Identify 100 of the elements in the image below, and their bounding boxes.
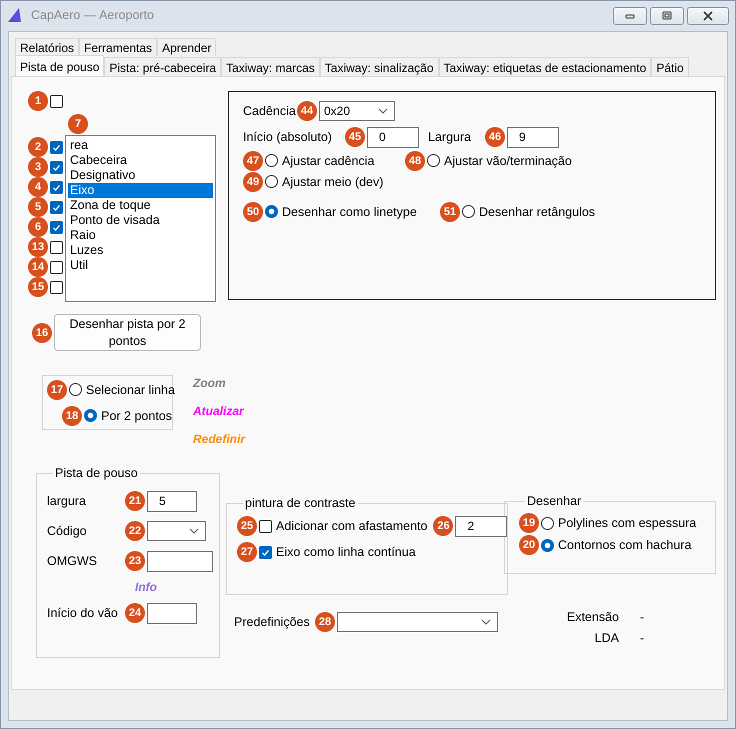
option-label: Por 2 pontos xyxy=(101,408,172,422)
checkbox[interactable] xyxy=(50,200,63,214)
list-item[interactable]: Luzes xyxy=(68,243,213,258)
number-badge: 16 xyxy=(32,322,52,342)
radio-button[interactable] xyxy=(541,516,554,530)
start-label: Início (absoluto) xyxy=(243,130,333,144)
checkbox[interactable] xyxy=(50,94,63,108)
input-field[interactable] xyxy=(147,550,213,572)
draw-runway-button[interactable]: Desenhar pista por 2 pontos xyxy=(54,314,201,351)
option-label: Selecionar linha xyxy=(86,382,175,396)
number-badge: 46 xyxy=(485,127,505,147)
number-badge: 49 xyxy=(243,172,263,192)
tab[interactable]: Pista de pouso xyxy=(15,55,104,76)
close-icon xyxy=(702,10,714,22)
tab[interactable]: Taxiway: etiquetas de estacionamento xyxy=(438,57,652,76)
option-label: Desenhar retângulos xyxy=(479,204,596,218)
input-field[interactable] xyxy=(147,602,197,624)
width-field[interactable]: 9 xyxy=(507,126,559,148)
chevron-down-icon xyxy=(378,108,388,114)
checkbox[interactable] xyxy=(50,160,63,174)
option-label: Ajustar cadência xyxy=(282,154,374,168)
checkbox[interactable] xyxy=(50,280,63,294)
option-label: Contornos com hachura xyxy=(558,538,692,552)
number-badge: 14 xyxy=(28,257,48,277)
option-label: Polylines com espessura xyxy=(558,516,696,530)
stat-label: LDA xyxy=(594,631,619,645)
tab[interactable]: Pista: pré-cabeceira xyxy=(104,57,222,76)
cadence-dropdown[interactable]: 0x20 xyxy=(319,101,395,121)
number-badge: 19 xyxy=(519,513,539,533)
checkbox[interactable] xyxy=(50,180,63,194)
radio-button[interactable] xyxy=(84,409,98,422)
option-label: Desenhar como linetype xyxy=(282,204,417,218)
info-link[interactable]: Info xyxy=(135,580,157,594)
radio-button[interactable] xyxy=(541,538,554,552)
checkbox[interactable] xyxy=(50,220,63,234)
stat-value: - xyxy=(640,631,645,645)
checkbox[interactable] xyxy=(50,140,63,154)
number-badge: 28 xyxy=(315,612,335,632)
tab[interactable]: Ferramentas xyxy=(79,38,158,56)
code-dropdown[interactable] xyxy=(147,521,206,541)
tab[interactable]: Relatórios xyxy=(15,38,80,56)
list-item[interactable]: Eixo xyxy=(68,183,213,198)
tab[interactable]: Taxiway: sinalização xyxy=(320,57,439,76)
list-item[interactable]: Util xyxy=(68,258,213,273)
list-item[interactable]: Raio xyxy=(68,228,213,243)
number-badge: 27 xyxy=(237,542,257,562)
radio-button[interactable] xyxy=(265,175,278,188)
number-badge: 2 xyxy=(28,137,48,157)
tab[interactable]: Taxiway: marcas xyxy=(221,57,320,76)
maximize-icon xyxy=(661,10,673,22)
maximize-button[interactable] xyxy=(650,7,684,25)
checkbox[interactable] xyxy=(259,520,272,532)
number-badge: 22 xyxy=(125,521,145,541)
number-badge: 18 xyxy=(62,406,82,426)
group-title: Desenhar xyxy=(526,494,582,508)
option-label: Adicionar com afastamento xyxy=(276,519,428,533)
number-badge: 24 xyxy=(125,603,145,623)
radio-button[interactable] xyxy=(427,154,440,167)
close-button[interactable] xyxy=(687,7,729,25)
stat-label: Extensão xyxy=(566,610,619,624)
radio-button[interactable] xyxy=(462,205,475,218)
minimize-button[interactable] xyxy=(613,7,647,25)
option-label: Eixo como linha contínua xyxy=(276,545,416,559)
list-item[interactable]: rea xyxy=(68,138,213,153)
list-item[interactable]: Designativo xyxy=(68,168,213,183)
number-badge: 26 xyxy=(433,516,454,536)
checkbox[interactable] xyxy=(50,240,63,254)
radio-button[interactable] xyxy=(265,154,278,167)
chevron-down-icon xyxy=(481,619,491,625)
window-title: CapAero — Aeroporto xyxy=(31,8,154,22)
chevron-down-icon xyxy=(189,528,199,534)
list-item[interactable]: Ponto de visada xyxy=(68,213,213,228)
stat-value: - xyxy=(640,610,645,624)
radio-button[interactable] xyxy=(69,383,82,396)
tab[interactable]: Pátio xyxy=(651,57,689,76)
number-badge: 20 xyxy=(519,535,539,555)
number-badge: 51 xyxy=(440,202,460,222)
number-badge: 6 xyxy=(28,217,48,237)
input-field[interactable]: 5 xyxy=(147,490,197,512)
list-item[interactable]: Cabeceira xyxy=(68,153,213,168)
checkbox[interactable] xyxy=(259,546,272,558)
start-field[interactable]: 0 xyxy=(367,126,419,148)
number-badge: 25 xyxy=(237,516,257,536)
number-badge: 23 xyxy=(125,551,145,571)
tab[interactable]: Aprender xyxy=(157,38,216,56)
number-badge: 44 xyxy=(297,101,317,121)
presets-dropdown[interactable] xyxy=(337,612,498,632)
number-badge: 45 xyxy=(345,127,365,147)
radio-button[interactable] xyxy=(265,205,278,218)
number-badge: 7 xyxy=(68,114,88,134)
offset-field[interactable]: 2 xyxy=(455,516,508,536)
list-item[interactable]: Zona de toque xyxy=(68,198,213,213)
checkbox[interactable] xyxy=(50,260,63,274)
field-label: largura xyxy=(47,494,87,508)
number-badge: 3 xyxy=(28,157,48,177)
number-badge: 5 xyxy=(28,197,48,217)
number-badge: 17 xyxy=(47,380,67,400)
option-label: Ajustar meio (dev) xyxy=(282,174,384,188)
action-link[interactable]: Zoom xyxy=(193,375,246,392)
number-badge: 50 xyxy=(243,202,263,222)
